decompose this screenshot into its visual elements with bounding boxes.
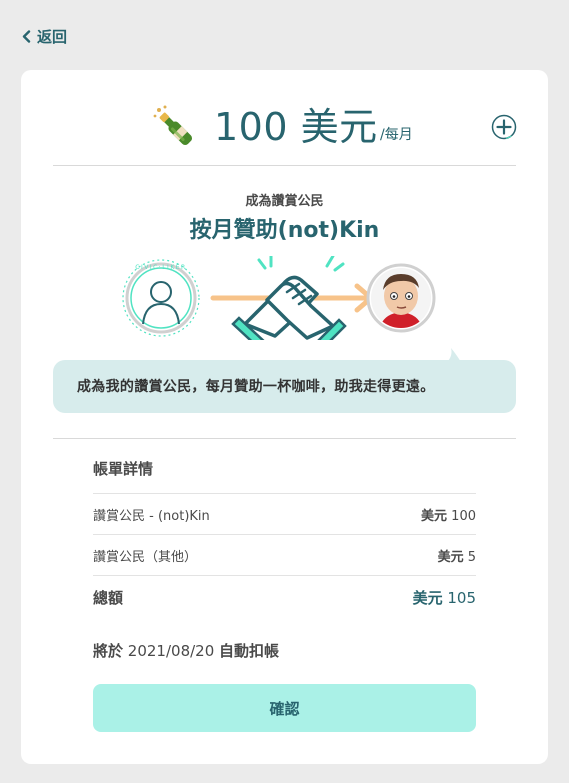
price-amount: 100 美元 [214, 105, 378, 149]
civic-liker-illustration: CIVIC·LIKER [122, 256, 436, 340]
bill-total-value: 美元 105 [413, 587, 476, 608]
price-period: /每月 [380, 127, 413, 143]
price-row: 100 美元 /每月 [21, 100, 548, 156]
bill-total-row: 總額 美元 105 [93, 584, 476, 610]
row-divider [93, 575, 476, 576]
bill-total-amount: 105 [447, 588, 476, 607]
back-label: 返回 [37, 28, 68, 46]
champagne-bottle-icon [153, 105, 193, 146]
bill-row: 讚賞公民（其他） 美元 5 [93, 543, 476, 567]
bill-row-amount: 5 [467, 549, 476, 565]
bill-title: 帳單詳情 [93, 460, 154, 478]
bubble-tip [447, 348, 461, 362]
bill-row-currency: 美元 [421, 508, 448, 524]
bill-total-label: 總額 [93, 588, 124, 607]
charge-prefix: 將於 [93, 642, 124, 660]
bill-row: 讚賞公民 - (not)Kin 美元 100 [93, 502, 476, 526]
chevron-left-icon [22, 30, 31, 43]
bill-row-label: 讚賞公民 - (not)Kin [93, 508, 210, 524]
bill-total-currency: 美元 [412, 588, 443, 607]
badge-text: CIVIC·LIKER [135, 264, 186, 271]
row-divider [93, 534, 476, 535]
bill-row-currency: 美元 [437, 549, 464, 565]
charge-note: 將於 2021/08/20 自動扣帳 [93, 640, 279, 661]
bill-row-value: 美元 100 [421, 505, 476, 524]
message-bubble: 成為我的讚賞公民，每月贊助一杯咖啡，助我走得更遠。 [53, 348, 516, 413]
back-button[interactable]: 返回 [22, 26, 67, 47]
sponsor-card: 100 美元 /每月 成為讚賞公民 按月贊助(not)Kin CIVIC·LIK… [21, 70, 548, 764]
bill-row-value: 美元 5 [438, 546, 476, 565]
page-title: 按月贊助(not)Kin [189, 218, 380, 243]
divider [53, 438, 516, 439]
charge-date: 2021/08/20 [127, 642, 215, 660]
add-amount-button[interactable] [491, 114, 517, 140]
bill-row-label: 讚賞公民（其他） [93, 549, 198, 565]
divider [53, 165, 516, 166]
row-divider [93, 493, 476, 494]
bill-row-amount: 100 [451, 508, 476, 524]
message-text: 成為我的讚賞公民，每月贊助一杯咖啡，助我走得更遠。 [77, 379, 435, 395]
charge-suffix: 自動扣帳 [219, 642, 280, 660]
confirm-button[interactable]: 確認 [93, 684, 476, 732]
avatar [366, 263, 436, 333]
subtitle: 成為讚賞公民 [245, 194, 324, 209]
civic-liker-badge-icon: CIVIC·LIKER [122, 259, 200, 337]
